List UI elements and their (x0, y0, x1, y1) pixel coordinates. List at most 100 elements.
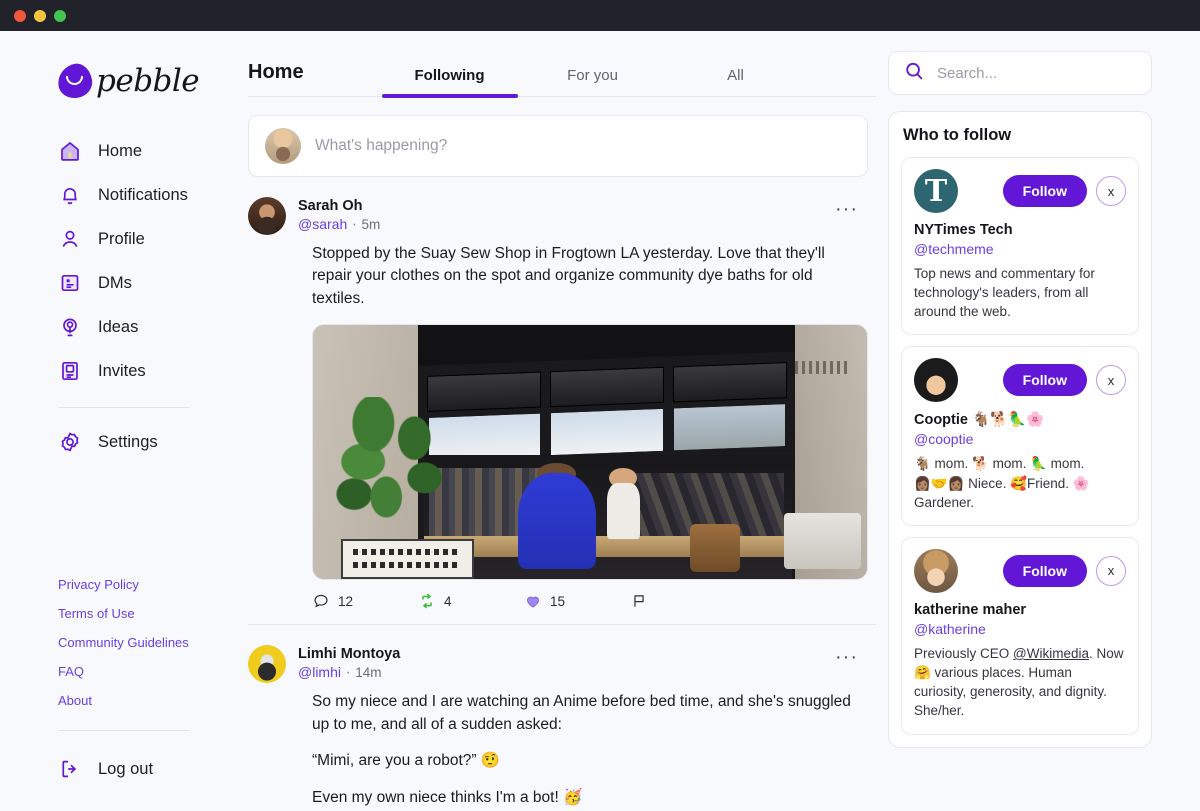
post-header: Limhi Montoya @limhi · 14m ··· (248, 645, 868, 684)
heart-icon (524, 592, 542, 610)
post-more-icon[interactable]: ··· (835, 199, 858, 219)
follow-card-header: Follow x (914, 548, 1126, 593)
right-sidebar: Search... Who to follow T Follow x NYTim… (876, 31, 1176, 811)
post-body: So my niece and I are watching an Anime … (312, 691, 868, 809)
follow-name[interactable]: katherine maher (914, 602, 1126, 618)
follow-bio: 🐐 mom. 🐕 mom. 🦜 mom. 👩🏽‍🤝‍👩🏽 Niece. 🥰Fri… (914, 456, 1090, 510)
sidebar-item-label: Home (98, 141, 143, 160)
legal-link-faq[interactable]: FAQ (58, 664, 248, 679)
post: Sarah Oh @sarah · 5m ··· Stopped by the … (248, 177, 876, 626)
avatar[interactable] (248, 645, 286, 684)
avatar[interactable] (914, 358, 958, 403)
tab-for-you[interactable]: For you (521, 67, 664, 96)
follow-card-header: Follow x (914, 358, 1126, 403)
follow-bio: Previously CEO @Wikimedia. Now 🤗 various… (914, 644, 1126, 721)
dismiss-button[interactable]: x (1096, 176, 1126, 206)
gear-icon (58, 430, 82, 454)
follow-handle[interactable]: @katherine (914, 621, 1126, 637)
person-icon (58, 227, 82, 251)
search-box[interactable]: Search... (888, 51, 1152, 95)
composer-input[interactable]: What's happening? (315, 137, 851, 155)
follow-button[interactable]: Follow (1002, 554, 1087, 587)
legal-link-privacy[interactable]: Privacy Policy (58, 577, 248, 592)
sidebar-item-label: Settings (98, 432, 158, 451)
post-more-icon[interactable]: ··· (835, 647, 858, 667)
pebble-logo-icon (55, 61, 95, 101)
follow-name[interactable]: Cooptie 🐐🐕🦜🌸 (914, 411, 1126, 428)
follow-handle[interactable]: @techmeme (914, 241, 1126, 257)
sidebar-item-notifications[interactable]: Notifications (0, 173, 248, 217)
post-timestamp: 5m (361, 216, 381, 232)
follow-handle[interactable]: @cooptie (914, 431, 1126, 447)
tab-following[interactable]: Following (378, 67, 521, 96)
post-header: Sarah Oh @sarah · 5m ··· (248, 197, 868, 235)
window-titlebar (0, 0, 1200, 31)
window-minimize-button[interactable] (34, 9, 46, 22)
follow-button[interactable]: Follow (1002, 175, 1087, 207)
composer[interactable]: What's happening? (248, 115, 868, 177)
post-author-handle[interactable]: @limhi (298, 664, 341, 680)
follow-button[interactable]: Follow (1002, 364, 1087, 397)
post-author-handle[interactable]: @sarah (298, 216, 347, 232)
sidebar-item-ideas[interactable]: Ideas (0, 305, 248, 349)
post-paragraph: So my niece and I are watching an Anime … (312, 693, 851, 733)
brand-name: pebble (96, 63, 200, 99)
sidebar-item-home[interactable]: Home (0, 129, 248, 173)
legal-link-terms[interactable]: Terms of Use (58, 606, 248, 621)
post-image[interactable] (312, 324, 868, 581)
reply-button[interactable]: 12 (312, 592, 418, 610)
flag-button[interactable] (630, 592, 736, 610)
post-author-name[interactable]: Sarah Oh (298, 198, 362, 214)
window-zoom-button[interactable] (54, 9, 66, 22)
who-to-follow-title: Who to follow (903, 126, 1012, 144)
legal-link-about[interactable]: About (58, 693, 248, 708)
who-to-follow-panel: Who to follow T Follow x NYTimes Tech @t… (888, 111, 1152, 748)
tab-all[interactable]: All (664, 67, 807, 96)
sidebar-item-settings[interactable]: Settings (0, 420, 248, 464)
avatar[interactable]: T (914, 169, 958, 213)
sidebar-item-label: DMs (98, 273, 132, 292)
post-timestamp: 14m (355, 665, 382, 681)
sidebar-divider-bottom (58, 730, 190, 731)
sidebar-item-profile[interactable]: Profile (0, 217, 248, 261)
post: Limhi Montoya @limhi · 14m ··· So my nie… (248, 625, 876, 811)
search-icon (903, 60, 925, 87)
like-button[interactable]: 15 (524, 592, 630, 610)
avatar[interactable] (248, 197, 286, 235)
feed-column: Home Following For you All What's happen… (248, 31, 876, 811)
logout-button[interactable]: Log out (0, 743, 248, 811)
follow-bio: Top news and commentary for technology's… (914, 266, 1095, 320)
post-meta-separator: · (345, 664, 351, 682)
follow-card-header: T Follow x (914, 169, 1126, 213)
post-paragraph: Stopped by the Suay Sew Shop in Frogtown… (312, 245, 825, 307)
repost-icon (418, 592, 436, 610)
sidebar-item-label: Notifications (98, 185, 188, 204)
post-actions: 12 4 15 (312, 592, 868, 610)
sidebar-item-invites[interactable]: Invites (0, 349, 248, 393)
app-root: pebble Home Notifications Profile DMs Id… (0, 31, 1200, 811)
post-paragraph: Even my own niece thinks I'm a bot! 🥳 (312, 788, 583, 806)
follow-name[interactable]: NYTimes Tech (914, 222, 1126, 238)
shop-photo (313, 325, 867, 580)
home-icon (58, 139, 82, 163)
avatar[interactable] (914, 548, 958, 593)
follow-suggestion-card: Follow x Cooptie 🐐🐕🦜🌸 @cooptie 🐐 mom. 🐕 … (901, 346, 1139, 526)
dismiss-button[interactable]: x (1096, 365, 1126, 396)
sidebar-item-dms[interactable]: DMs (0, 261, 248, 305)
dismiss-button[interactable]: x (1096, 555, 1126, 586)
repost-button[interactable]: 4 (418, 592, 524, 610)
follow-suggestion-card: Follow x katherine maher @katherine Prev… (901, 536, 1139, 735)
comment-icon (312, 592, 330, 610)
brand-logo[interactable]: pebble (0, 57, 248, 129)
message-icon (58, 271, 82, 295)
search-input[interactable]: Search... (937, 65, 997, 82)
bell-icon (58, 183, 82, 207)
legal-links: Privacy Policy Terms of Use Community Gu… (0, 577, 248, 708)
shop-sign (340, 538, 474, 580)
follow-bio-mention[interactable]: @Wikimedia (1013, 646, 1089, 661)
follow-suggestion-card: T Follow x NYTimes Tech @techmeme Top ne… (901, 157, 1139, 336)
post-author-name[interactable]: Limhi Montoya (298, 646, 400, 662)
window-close-button[interactable] (14, 9, 26, 22)
legal-link-guidelines[interactable]: Community Guidelines (58, 635, 248, 650)
follow-bio-pre: Previously CEO (914, 645, 1014, 661)
